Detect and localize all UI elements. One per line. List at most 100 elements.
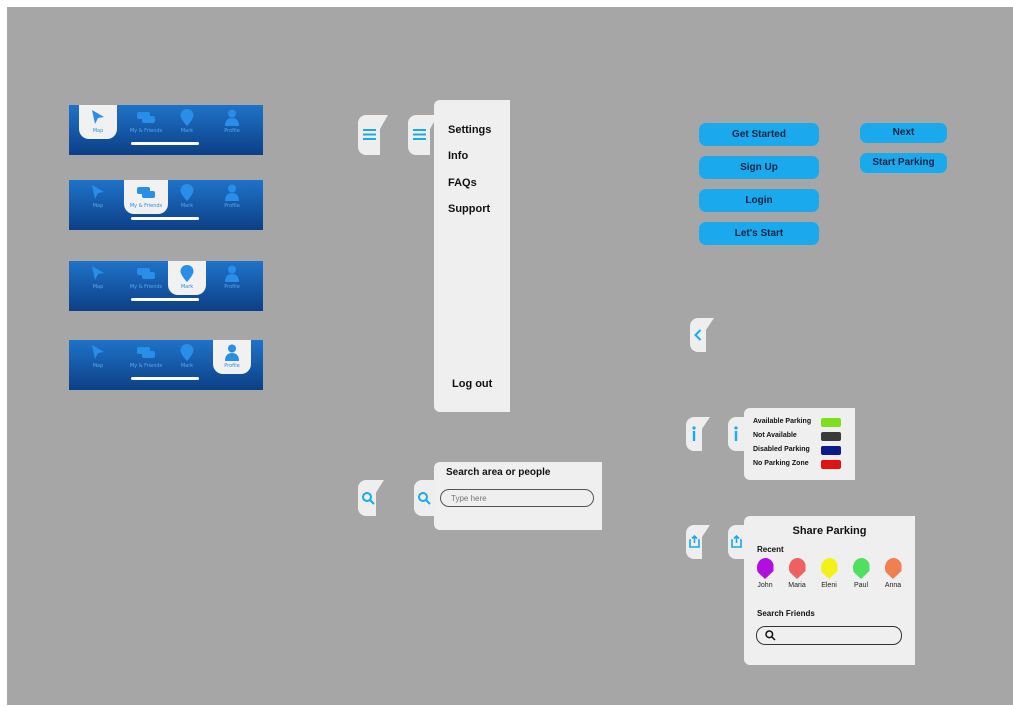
menu-item-logout[interactable]: Log out: [452, 378, 492, 390]
friend-pin-icon: [788, 558, 806, 579]
back-tab[interactable]: [690, 318, 706, 352]
share-toggle-expanded[interactable]: [728, 525, 744, 559]
menu-toggle-expanded[interactable]: [408, 115, 430, 155]
share-toggle-collapsed[interactable]: [686, 525, 702, 559]
friend-pin-icon: [820, 558, 838, 579]
friend-pin-icon: [884, 558, 902, 579]
friend-pin-icon: [756, 558, 774, 579]
design-canvas: Map My & Friends Mark Profile Map My & F…: [7, 7, 1013, 705]
tab-map[interactable]: Map: [79, 180, 117, 214]
tab-mark-label: Mark: [180, 284, 194, 290]
tab-profile[interactable]: Profile: [213, 180, 251, 214]
tab-map-label: Map: [92, 363, 104, 369]
home-indicator: [131, 142, 199, 145]
user-icon: [225, 109, 239, 126]
next-button[interactable]: Next: [860, 123, 947, 143]
tab-bar-map-active: Map My & Friends Mark Profile: [69, 105, 263, 155]
tab-mark[interactable]: Mark: [168, 180, 206, 214]
navigation-arrow-icon: [92, 185, 104, 199]
tab-map-label: Map: [92, 128, 104, 134]
user-icon: [225, 265, 239, 282]
menu-item-settings[interactable]: Settings: [448, 124, 491, 136]
tab-profile-label: Profile: [224, 128, 240, 134]
sign-up-button[interactable]: Sign Up: [699, 156, 819, 179]
menu-toggle-collapsed[interactable]: [358, 115, 380, 155]
search-icon: [362, 492, 375, 505]
tab-bar-profile-active: Map My & Friends Mark Profile: [69, 340, 263, 390]
share-icon: [689, 535, 700, 548]
search-input[interactable]: [440, 489, 594, 507]
map-pin-icon: [180, 184, 194, 201]
tab-mark-label: Mark: [180, 128, 194, 134]
friend-name: Maria: [788, 582, 806, 589]
hamburger-icon: [363, 129, 376, 140]
tab-profile-label: Profile: [224, 363, 240, 369]
login-button[interactable]: Login: [699, 189, 819, 212]
cars-icon: [137, 347, 155, 358]
navigation-arrow-icon: [92, 266, 104, 280]
map-pin-icon: [180, 344, 194, 361]
search-friends-label: Search Friends: [757, 609, 815, 618]
search-toggle-expanded[interactable]: [414, 480, 434, 516]
lets-start-button[interactable]: Let's Start: [699, 222, 819, 245]
user-icon: [225, 184, 239, 201]
friend-pin-icon: [852, 558, 870, 579]
search-friends-input[interactable]: [756, 626, 902, 645]
map-pin-icon: [180, 109, 194, 126]
start-parking-button[interactable]: Start Parking: [860, 153, 947, 173]
tab-map[interactable]: Map: [79, 340, 117, 374]
friend-name: Anna: [884, 582, 902, 589]
menu-item-faqs[interactable]: FAQs: [448, 177, 477, 189]
friend-john[interactable]: John: [750, 558, 780, 589]
share-parking-panel: Share Parking Recent John Maria Eleni Pa…: [744, 516, 915, 665]
get-started-button[interactable]: Get Started: [699, 123, 819, 146]
legend-label-not-available: Not Available: [753, 432, 797, 439]
search-panel: Search area or people: [434, 462, 602, 530]
tab-profile-label: Profile: [224, 203, 240, 209]
search-icon: [418, 492, 431, 505]
friend-eleni[interactable]: Eleni: [814, 558, 844, 589]
tab-profile[interactable]: Profile: [213, 261, 251, 295]
friend-name: Eleni: [821, 582, 837, 589]
tab-mark-label: Mark: [180, 363, 194, 369]
tab-profile-label: Profile: [224, 284, 240, 290]
menu-item-support[interactable]: Support: [448, 203, 490, 215]
friend-name: John: [757, 582, 773, 589]
info-toggle-collapsed[interactable]: [686, 417, 702, 451]
tab-bar-friends-active: Map My & Friends Mark Profile: [69, 180, 263, 230]
tab-map-label: Map: [92, 203, 104, 209]
info-icon: [692, 426, 696, 441]
tab-bar-mark-active: Map My & Friends Mark Profile: [69, 261, 263, 311]
info-icon: [734, 426, 738, 441]
chevron-left-icon: [694, 329, 702, 341]
tab-map[interactable]: Map: [79, 105, 117, 139]
tab-profile[interactable]: Profile: [213, 340, 251, 374]
legend-label-available: Available Parking: [753, 418, 812, 425]
share-panel-title: Share Parking: [792, 525, 867, 537]
friend-paul[interactable]: Paul: [846, 558, 876, 589]
friend-maria[interactable]: Maria: [782, 558, 812, 589]
home-indicator: [131, 377, 199, 380]
tab-profile[interactable]: Profile: [213, 105, 251, 139]
menu-item-info[interactable]: Info: [448, 150, 468, 162]
tab-mark[interactable]: Mark: [168, 105, 206, 139]
cars-icon: [137, 268, 155, 279]
tab-map[interactable]: Map: [79, 261, 117, 295]
tab-map-label: Map: [92, 284, 104, 290]
cars-icon: [137, 112, 155, 123]
tab-mark[interactable]: Mark: [168, 261, 206, 295]
map-pin-icon: [180, 265, 194, 282]
friend-anna[interactable]: Anna: [878, 558, 908, 589]
legend-swatch-disabled: [821, 446, 841, 455]
share-icon: [731, 535, 742, 548]
home-indicator: [131, 217, 199, 220]
info-toggle-expanded[interactable]: [728, 417, 744, 451]
recent-label: Recent: [757, 545, 784, 554]
search-toggle-collapsed[interactable]: [358, 480, 376, 516]
legend-label-disabled: Disabled Parking: [753, 446, 810, 453]
search-panel-title: Search area or people: [446, 467, 551, 478]
tab-mark[interactable]: Mark: [168, 340, 206, 374]
navigation-arrow-icon: [92, 110, 104, 124]
legend-swatch-no-parking: [821, 460, 841, 469]
legend-label-no-parking: No Parking Zone: [753, 460, 809, 467]
